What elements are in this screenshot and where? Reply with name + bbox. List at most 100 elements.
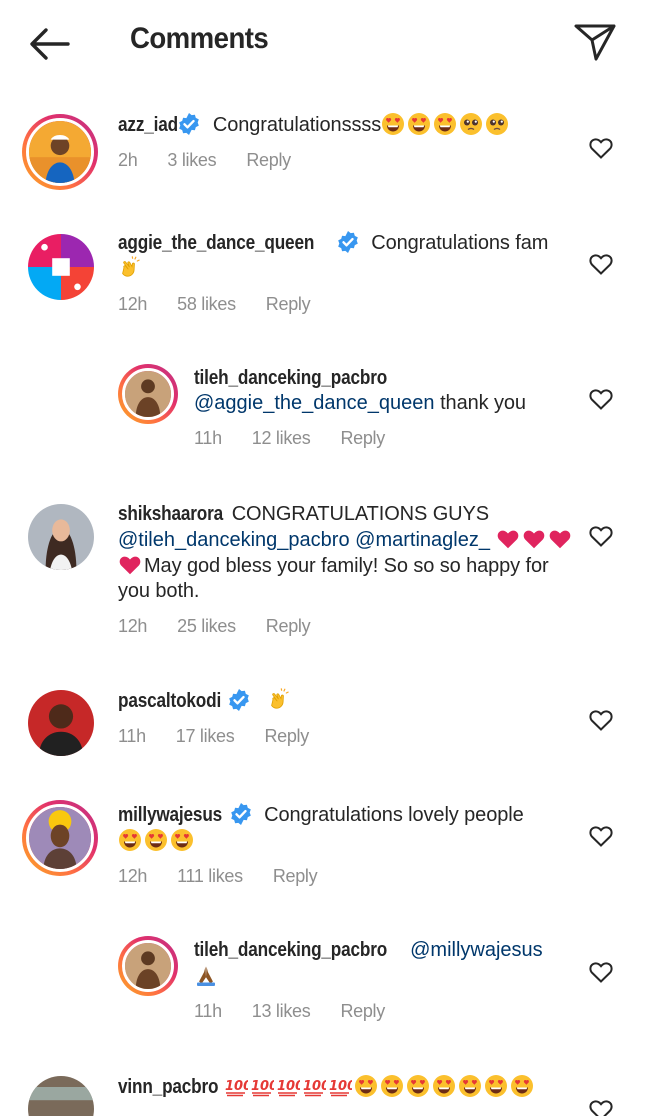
username[interactable]: millywajesus	[118, 803, 222, 828]
like-button[interactable]	[588, 708, 614, 732]
verified-badge-icon	[229, 802, 253, 826]
comment-text: thank you	[440, 392, 526, 414]
mention-link[interactable]: @tileh_danceking_pacbro	[118, 529, 350, 551]
comment-row: millywajesus Congratulations lovely peop…	[0, 800, 653, 900]
heart-eyes-emoji	[433, 112, 457, 136]
like-button[interactable]	[588, 824, 614, 848]
heart-icon	[588, 824, 614, 848]
profile-photo	[29, 121, 91, 183]
comment-meta: 12h 25 likes Reply	[118, 614, 573, 639]
heart-eyes-emoji	[458, 1074, 482, 1098]
pleading-face-emoji	[459, 112, 483, 136]
username[interactable]: pascaltokodi	[118, 689, 221, 714]
username[interactable]: shikshaarora	[118, 502, 223, 527]
reply-button[interactable]: Reply	[266, 614, 311, 639]
avatar[interactable]	[118, 364, 178, 424]
likes-count[interactable]: 13 likes	[252, 999, 311, 1024]
comment-meta: 11h 13 likes Reply	[194, 999, 583, 1024]
timestamp: 11h	[118, 726, 146, 746]
comments-screen: Comments azz_iad Congratulationssss 2h 3…	[0, 0, 653, 1116]
reply-button[interactable]: Reply	[264, 724, 309, 749]
heart-eyes-emoji	[354, 1074, 378, 1098]
username[interactable]: tileh_danceking_pacbro	[194, 938, 387, 963]
timestamp: 2h	[118, 150, 138, 170]
like-button[interactable]	[588, 524, 614, 548]
reply-row: tileh_danceking_pacbro @aggie_the_dance_…	[0, 364, 653, 460]
like-button[interactable]	[588, 1098, 614, 1116]
back-button[interactable]	[24, 22, 76, 66]
comment-body: vinn_pacbro	[118, 1074, 593, 1100]
username[interactable]: tileh_danceking_pacbro	[194, 366, 387, 391]
timestamp: 11h	[194, 1001, 222, 1021]
profile-photo	[28, 504, 94, 570]
comment-body: azz_iad Congratulationssss 2h 3 likes Repl…	[118, 112, 583, 173]
username[interactable]: aggie_the_dance_queen	[118, 231, 314, 256]
likes-count[interactable]: 58 likes	[177, 292, 236, 317]
profile-photo	[29, 807, 91, 869]
clapping-hands-emoji	[118, 256, 142, 280]
folded-hands-emoji	[194, 963, 218, 987]
avatar[interactable]	[28, 234, 94, 300]
reply-button[interactable]: Reply	[273, 864, 318, 889]
heart-eyes-emoji	[432, 1074, 456, 1098]
profile-photo	[28, 690, 94, 756]
paper-plane-icon	[574, 24, 616, 61]
page-title: Comments	[130, 22, 269, 55]
reply-button[interactable]: Reply	[246, 148, 291, 173]
comment-row: shikshaarora CONGRATULATIONS GUYS @tileh…	[0, 500, 653, 650]
likes-count[interactable]: 3 likes	[167, 148, 216, 173]
mention-link[interactable]: @aggie_the_dance_queen	[194, 392, 435, 414]
share-button[interactable]	[572, 20, 618, 64]
reply-row: tileh_danceking_pacbro @millywajesus 11h…	[0, 936, 653, 1032]
heart-icon	[588, 524, 614, 548]
comment-text: you both.	[118, 580, 200, 602]
like-button[interactable]	[588, 136, 614, 160]
avatar[interactable]	[28, 1076, 94, 1116]
heart-eyes-emoji	[510, 1074, 534, 1098]
mention-link[interactable]: @martinaglez_	[355, 529, 490, 551]
likes-count[interactable]: 25 likes	[177, 614, 236, 639]
like-button[interactable]	[588, 960, 614, 984]
comment-body: pascaltokodi 11h 17 likes Reply	[118, 688, 583, 749]
heart-eyes-emoji	[170, 828, 194, 852]
reply-button[interactable]: Reply	[266, 292, 311, 317]
reply-button[interactable]: Reply	[340, 426, 385, 451]
heart-eyes-emoji	[407, 112, 431, 136]
avatar[interactable]	[28, 504, 94, 570]
avatar[interactable]	[22, 114, 98, 190]
timestamp: 11h	[194, 428, 222, 448]
timestamp: 12h	[118, 616, 148, 636]
like-button[interactable]	[588, 387, 614, 411]
profile-photo	[28, 234, 94, 300]
avatar[interactable]	[118, 936, 178, 996]
like-button[interactable]	[588, 252, 614, 276]
comment-text: CONGRATULATIONS GUYS	[231, 503, 489, 525]
verified-badge-icon	[177, 112, 201, 136]
reply-button[interactable]: Reply	[340, 999, 385, 1024]
username[interactable]: azz_iad	[118, 113, 178, 138]
heart-icon	[588, 708, 614, 732]
mention-link[interactable]: @millywajesus	[410, 939, 543, 961]
timestamp: 12h	[118, 866, 148, 886]
comment-body: tileh_danceking_pacbro @millywajesus 11h…	[194, 938, 583, 1024]
heart-icon	[588, 136, 614, 160]
comment-row: aggie_the_dance_queen Congratulations fa…	[0, 230, 653, 330]
avatar[interactable]	[28, 690, 94, 756]
likes-count[interactable]: 17 likes	[176, 724, 235, 749]
comment-text: Congratulations fam	[371, 232, 549, 254]
avatar[interactable]	[22, 800, 98, 876]
red-heart-emoji	[548, 527, 572, 551]
profile-photo	[28, 1076, 94, 1116]
comment-row: pascaltokodi 11h 17 likes Reply	[0, 686, 653, 766]
likes-count[interactable]: 12 likes	[252, 426, 311, 451]
comment-body: tileh_danceking_pacbro @aggie_the_dance_…	[194, 366, 583, 451]
comment-meta: 11h 17 likes Reply	[118, 724, 583, 749]
comment-row: azz_iad Congratulationssss 2h 3 likes Repl…	[0, 112, 653, 202]
red-heart-emoji	[496, 527, 520, 551]
likes-count[interactable]: 111 likes	[177, 864, 243, 889]
hundred-points-emoji	[302, 1074, 326, 1098]
heart-eyes-emoji	[484, 1074, 508, 1098]
username[interactable]: vinn_pacbro	[118, 1075, 219, 1100]
clapping-hands-emoji	[267, 688, 291, 712]
pleading-face-emoji	[485, 112, 509, 136]
